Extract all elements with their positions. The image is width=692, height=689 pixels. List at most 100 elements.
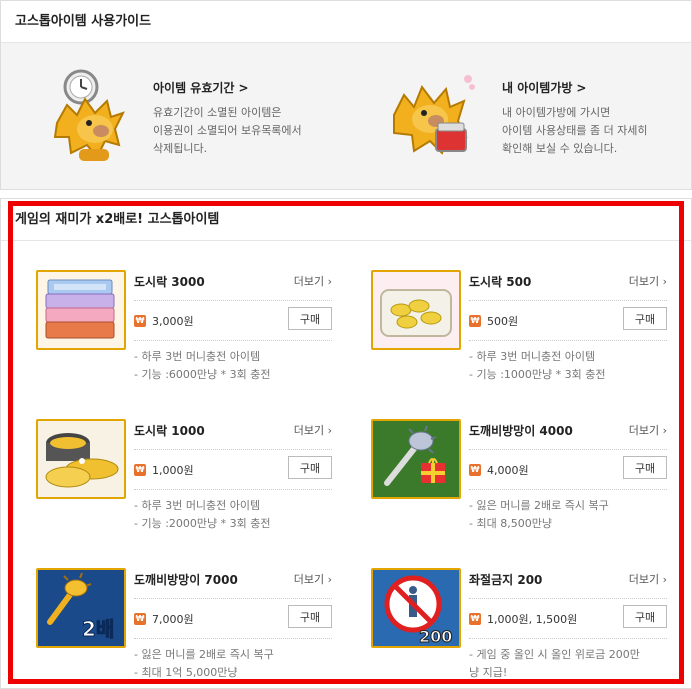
shop-item: 도시락 3000 더보기 › ₩3,000원 구매 - 하루 3번 머니충전 아… (36, 270, 332, 400)
more-label: 더보기 (628, 573, 660, 586)
desc-line: - 기능 :1000만냥 * 3회 충전 (469, 368, 606, 381)
guide-title: 고스톱아이템 사용가이드 (1, 1, 691, 43)
guide-item-bag: 내 아이템가방 > 내 아이템가방에 가시면 아이템 사용상태를 좀 더 자세히 … (346, 43, 691, 189)
item-name[interactable]: 좌절금지 200 (469, 571, 542, 588)
more-link[interactable]: 더보기 › (294, 571, 332, 587)
guide-desc-line: 확인해 보실 수 있습니다. (502, 142, 618, 155)
guide-item-expiry: 아이템 유효기간 > 유효기간이 소멸된 아이템은 이용권이 소멸되어 보유목록에… (1, 43, 346, 189)
guide-desc-line: 삭제됩니다. (153, 142, 208, 155)
desc-line: - 최대 8,500만냥 (469, 517, 552, 530)
mascot-bag-icon (386, 65, 478, 165)
lunchbox-gold-icon[interactable] (371, 270, 461, 350)
desc-line: - 기능 :6000만냥 * 3회 충전 (134, 368, 271, 381)
divider (134, 638, 332, 639)
buy-button[interactable]: 구매 (623, 605, 667, 628)
divider (134, 489, 332, 490)
item-price: ₩3,000원 (134, 313, 194, 329)
won-currency-icon: ₩ (469, 315, 481, 327)
price-value: 7,000원 (152, 613, 194, 626)
price-value: 1,000원 (152, 464, 194, 477)
more-link[interactable]: 더보기 › (629, 571, 667, 587)
goblin-club-gift-icon[interactable] (371, 419, 461, 499)
item-name[interactable]: 도깨비방망이 4000 (469, 422, 573, 439)
item-price: ₩1,000원, 1,500원 (469, 611, 577, 627)
desc-line: - 최대 1억 5,000만냥 (134, 666, 238, 679)
more-label: 더보기 (628, 275, 660, 288)
divider (469, 300, 667, 301)
more-link[interactable]: 더보기 › (629, 422, 667, 438)
item-description: - 게임 중 올인 시 올인 위로금 200만 냥 지급! (469, 646, 667, 682)
chevron-right-icon: > (576, 81, 587, 95)
item-name[interactable]: 도깨비방망이 7000 (134, 571, 238, 588)
shop-title: 게임의 재미가 x2배로! 고스톱아이템 (1, 199, 691, 241)
divider (469, 638, 667, 639)
won-currency-icon: ₩ (134, 315, 146, 327)
guide-item-title[interactable]: 아이템 유효기간 (153, 81, 234, 95)
desc-line: - 하루 3번 머니충전 아이템 (134, 499, 261, 512)
thumb-badge-text: 2배 (82, 617, 114, 641)
lunchbox-stack-icon[interactable] (36, 270, 126, 350)
shop-item: 도시락 500 더보기 › ₩500원 구매 - 하루 3번 머니충전 아이템 … (371, 270, 667, 400)
guide-desc-line: 이용권이 소멸되어 보유목록에서 (153, 124, 302, 137)
divider (134, 300, 332, 301)
buy-button[interactable]: 구매 (623, 456, 667, 479)
item-price: ₩7,000원 (134, 611, 194, 627)
buy-button[interactable]: 구매 (623, 307, 667, 330)
more-link[interactable]: 더보기 › (294, 273, 332, 289)
guide-desc-line: 아이템 사용상태를 좀 더 자세히 (502, 124, 648, 137)
buy-button[interactable]: 구매 (288, 456, 332, 479)
more-label: 더보기 (293, 275, 325, 288)
desc-line: - 하루 3번 머니충전 아이템 (469, 350, 596, 363)
chevron-right-icon: › (327, 275, 332, 288)
guide-desc-line: 유효기간이 소멸된 아이템은 (153, 106, 282, 119)
mascot-clock-icon (47, 65, 139, 165)
item-description: - 잃은 머니를 2배로 즉시 복구 - 최대 8,500만냥 (469, 497, 667, 533)
item-description: - 하루 3번 머니충전 아이템 - 기능 :6000만냥 * 3회 충전 (134, 348, 332, 384)
gostop-item-shop: 게임의 재미가 x2배로! 고스톱아이템 도시락 3000 더보기 › ₩3,0… (0, 198, 692, 689)
divider (134, 449, 332, 450)
item-description: - 잃은 머니를 2배로 즉시 복구 - 최대 1억 5,000만냥 (134, 646, 332, 682)
divider (134, 340, 332, 341)
more-label: 더보기 (293, 424, 325, 437)
won-currency-icon: ₩ (134, 464, 146, 476)
shop-item: 도깨비방망이 4000 더보기 › ₩4,000원 구매 - 잃은 머니를 2배… (371, 419, 667, 549)
desc-line: - 게임 중 올인 시 올인 위로금 200만 (469, 648, 640, 661)
divider (469, 598, 667, 599)
shop-item: 도시락 1000 더보기 › ₩1,000원 구매 - 하루 3번 머니충전 아… (36, 419, 332, 549)
divider (134, 598, 332, 599)
won-currency-icon: ₩ (469, 464, 481, 476)
desc-line: - 잃은 머니를 2배로 즉시 복구 (469, 499, 609, 512)
divider (469, 340, 667, 341)
more-label: 더보기 (628, 424, 660, 437)
item-description: - 하루 3번 머니충전 아이템 - 기능 :1000만냥 * 3회 충전 (469, 348, 667, 384)
won-currency-icon: ₩ (469, 613, 481, 625)
desc-line: 냥 지급! (469, 666, 508, 679)
buy-button[interactable]: 구매 (288, 605, 332, 628)
item-price: ₩4,000원 (469, 462, 529, 478)
price-value: 1,000원, 1,500원 (487, 613, 578, 626)
chevron-right-icon: > (238, 81, 249, 95)
desc-line: - 하루 3번 머니충전 아이템 (134, 350, 261, 363)
item-price: ₩1,000원 (134, 462, 194, 478)
no-despair-icon[interactable]: 200 (371, 568, 461, 648)
buy-button[interactable]: 구매 (288, 307, 332, 330)
divider (469, 489, 667, 490)
thumb-badge-text: 200 (419, 627, 452, 646)
guide-desc-line: 내 아이템가방에 가시면 (502, 106, 611, 119)
more-label: 더보기 (293, 573, 325, 586)
usage-guide-panel: 고스톱아이템 사용가이드 아이템 유효기간 > 유효기간이 소멸된 아이템은 이… (0, 0, 692, 190)
desc-line: - 잃은 머니를 2배로 즉시 복구 (134, 648, 274, 661)
chevron-right-icon: › (662, 424, 667, 437)
guide-item-title[interactable]: 내 아이템가방 (502, 81, 572, 95)
item-name[interactable]: 도시락 500 (469, 273, 531, 290)
shop-item: 2배 도깨비방망이 7000 더보기 › ₩7,000원 구매 - 잃은 머니를… (36, 568, 332, 688)
item-name[interactable]: 도시락 3000 (134, 273, 205, 290)
gold-pots-icon[interactable] (36, 419, 126, 499)
chevron-right-icon: › (327, 424, 332, 437)
goblin-club-2x-icon[interactable]: 2배 (36, 568, 126, 648)
item-description: - 하루 3번 머니충전 아이템 - 기능 :2000만냥 * 3회 충전 (134, 497, 332, 533)
chevron-right-icon: › (327, 573, 332, 586)
more-link[interactable]: 더보기 › (294, 422, 332, 438)
more-link[interactable]: 더보기 › (629, 273, 667, 289)
item-name[interactable]: 도시락 1000 (134, 422, 205, 439)
